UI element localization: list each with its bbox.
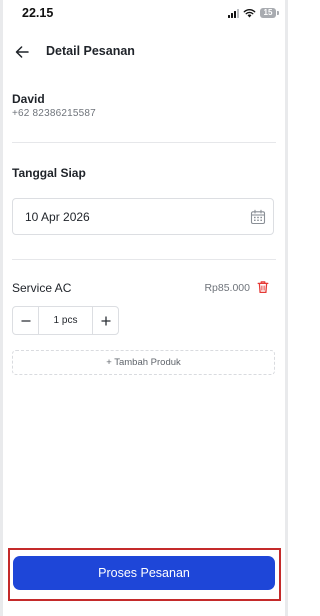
trash-icon[interactable] — [256, 280, 270, 294]
ready-date-title: Tanggal Siap — [12, 166, 86, 180]
app-header: Detail Pesanan — [0, 38, 288, 66]
status-time: 22.15 — [22, 6, 54, 20]
add-product-button[interactable]: + Tambah Produk — [12, 350, 275, 375]
quantity-value[interactable]: 1 pcs — [38, 307, 93, 334]
increase-quantity-button[interactable] — [93, 307, 118, 334]
product-price: Rp85.000 — [204, 282, 250, 294]
divider — [12, 259, 276, 260]
customer-phone: +62 82386215587 — [12, 108, 96, 119]
wifi-icon — [243, 9, 256, 18]
ready-date-value: 10 Apr 2026 — [25, 210, 90, 224]
plus-icon — [100, 315, 111, 326]
phone-frame-left — [0, 0, 3, 616]
calendar-icon[interactable] — [250, 209, 266, 225]
process-order-button[interactable]: Proses Pesanan — [13, 556, 275, 590]
customer-name: David — [12, 92, 45, 106]
page-title: Detail Pesanan — [46, 44, 135, 58]
product-name: Service AC — [12, 281, 72, 295]
status-icons: 15 — [228, 8, 279, 18]
back-button[interactable] — [12, 42, 32, 62]
minus-icon — [20, 319, 31, 322]
status-bar: 22.15 15 — [0, 0, 288, 26]
divider — [12, 142, 276, 143]
signal-icon — [228, 8, 239, 18]
battery-icon: 15 — [260, 8, 279, 18]
phone-frame-right — [285, 0, 288, 616]
decrease-quantity-button[interactable] — [13, 307, 38, 334]
arrow-left-icon — [15, 46, 29, 58]
ready-date-field[interactable]: 10 Apr 2026 — [12, 198, 274, 235]
quantity-stepper: 1 pcs — [12, 306, 119, 335]
